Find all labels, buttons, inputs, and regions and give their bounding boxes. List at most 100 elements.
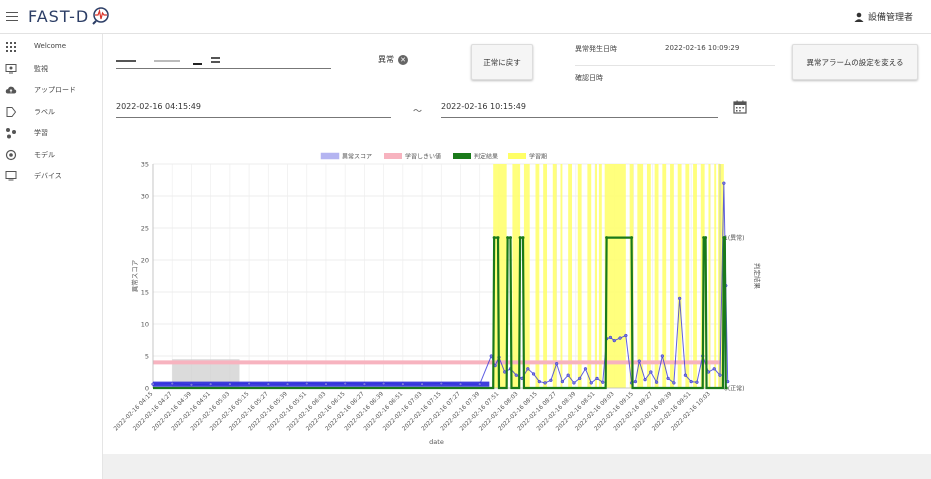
anomaly-score-point: [151, 382, 155, 386]
selector-glyph: [211, 61, 220, 63]
sidebar-item-model[interactable]: モデル: [0, 146, 103, 164]
legend-swatch: [384, 153, 402, 159]
y2-axis-label: 判定結果: [753, 263, 762, 290]
occurred-label: 異常発生日時: [575, 45, 617, 53]
alarm-settings-button[interactable]: 異常アラームの設定を変える: [792, 44, 918, 80]
start-date-input[interactable]: 2022-02-16 04:15:49: [116, 101, 391, 118]
top-bar: FAST-D 設備管理者: [0, 0, 931, 34]
judgment-point: [492, 236, 496, 240]
learning-band: [535, 164, 540, 388]
confirmed-row: 確認日時: [575, 66, 775, 88]
device-selector[interactable]: [116, 52, 331, 69]
y-tick-label: 0: [145, 385, 149, 393]
legend-swatch: [453, 153, 471, 159]
anomaly-score-point: [324, 382, 328, 386]
anomaly-score-point: [401, 382, 405, 386]
alarm-info: 異常発生日時 2022-02-16 10:09:29 確認日時: [575, 44, 775, 88]
sidebar-item-label: 学習: [34, 129, 48, 137]
legend-label: 判定結果: [474, 153, 498, 161]
anomaly-score-point: [514, 373, 518, 377]
confirmed-label: 確認日時: [575, 74, 603, 82]
anomaly-score-point: [170, 381, 174, 386]
anomaly-score-point: [595, 376, 599, 381]
anomaly-score-point: [637, 359, 641, 363]
learning-band: [595, 164, 597, 388]
judgment-point: [630, 236, 634, 240]
occurred-value: 2022-02-16 10:09:29: [665, 44, 740, 52]
close-icon[interactable]: ✕: [398, 54, 408, 65]
anomaly-score-point: [489, 354, 493, 358]
anomaly-score-point: [695, 380, 699, 384]
anomaly-score-point: [560, 379, 565, 384]
anomaly-score-point: [526, 367, 530, 371]
anomaly-score-point: [458, 382, 463, 386]
y-tick-label: 35: [141, 161, 149, 169]
sidebar-item-label: Welcome: [34, 42, 67, 50]
learning-band: [577, 164, 582, 388]
mark-normal-button[interactable]: 正常に戻す: [471, 44, 533, 80]
anomaly-score-point: [285, 382, 290, 386]
learning-band: [646, 164, 651, 388]
sidebar-item-label[interactable]: ラベル: [0, 103, 103, 121]
judgment-point: [508, 236, 512, 240]
anomaly-score-point: [618, 336, 622, 340]
sidebar-item-learning[interactable]: 学習: [0, 124, 103, 142]
selector-glyph: [154, 60, 180, 62]
anomaly-score-point: [683, 373, 688, 377]
anomaly-score-point: [649, 370, 653, 374]
learning-band: [677, 164, 682, 388]
anomaly-score-point: [543, 381, 547, 385]
anomaly-score-point: [601, 380, 605, 384]
judgment-point: [496, 236, 500, 240]
sidebar-item-welcome[interactable]: Welcome: [0, 38, 103, 56]
user-icon: [854, 12, 864, 22]
anomaly-score-point: [589, 381, 593, 385]
learning-band: [568, 164, 573, 388]
end-date-input[interactable]: 2022-02-16 10:15:49: [441, 101, 718, 118]
y-axis-label: 異常スコア: [130, 259, 139, 292]
x-tick-label: 2022-02-16 10:03: [671, 391, 712, 432]
sidebar-item-upload[interactable]: アップロード: [0, 81, 103, 99]
learning-icon: [6, 128, 16, 139]
sidebar-item-label: アップロード: [34, 86, 76, 94]
learning-band: [493, 164, 507, 388]
sidebar-item-monitor[interactable]: 監視: [0, 60, 103, 78]
anomaly-score-point: [624, 333, 628, 338]
learning-band: [670, 164, 674, 388]
main-panel: 異常 ✕ 正常に戻す 異常発生日時 2022-02-16 10:09:29 確認…: [103, 34, 931, 454]
menu-icon[interactable]: [6, 9, 18, 23]
anomaly-score-point: [643, 378, 647, 382]
user-menu[interactable]: 設備管理者: [854, 10, 913, 23]
anomaly-score-point: [578, 376, 582, 381]
sidebar-item-device[interactable]: デバイス: [0, 167, 103, 185]
anomaly-score-point: [572, 381, 576, 385]
calendar-icon[interactable]: [733, 100, 747, 114]
logo-icon: [92, 7, 109, 25]
anomaly-score-point: [343, 381, 347, 386]
judgment-point: [521, 236, 525, 240]
anomaly-score-point: [689, 379, 693, 384]
judgment-point: [605, 236, 609, 240]
anomaly-score-point: [247, 381, 251, 386]
anomaly-score-point: [439, 381, 443, 386]
anomaly-score-point: [718, 373, 722, 377]
anomaly-score-point: [677, 296, 682, 301]
status-filter-chip: 異常 ✕: [378, 54, 408, 65]
y-tick-label: 15: [141, 289, 149, 297]
legend-label: 学習しきい値: [405, 153, 441, 161]
anomaly-score-point: [672, 381, 676, 385]
label-icon: [6, 107, 17, 117]
learning-band: [598, 164, 602, 388]
anomaly-score-point: [381, 381, 386, 386]
learning-band: [685, 164, 690, 388]
anomaly-score-point: [305, 381, 309, 386]
x-axis-label: date: [429, 438, 444, 446]
anomaly-score-point: [531, 372, 536, 376]
model-icon: [5, 149, 17, 161]
anomaly-score-point: [722, 181, 726, 185]
learning-band: [662, 164, 667, 388]
learning-band: [714, 164, 717, 388]
filter-label: 異常: [378, 55, 394, 64]
selector-glyph: [193, 63, 202, 65]
range-separator: ～: [413, 107, 423, 117]
